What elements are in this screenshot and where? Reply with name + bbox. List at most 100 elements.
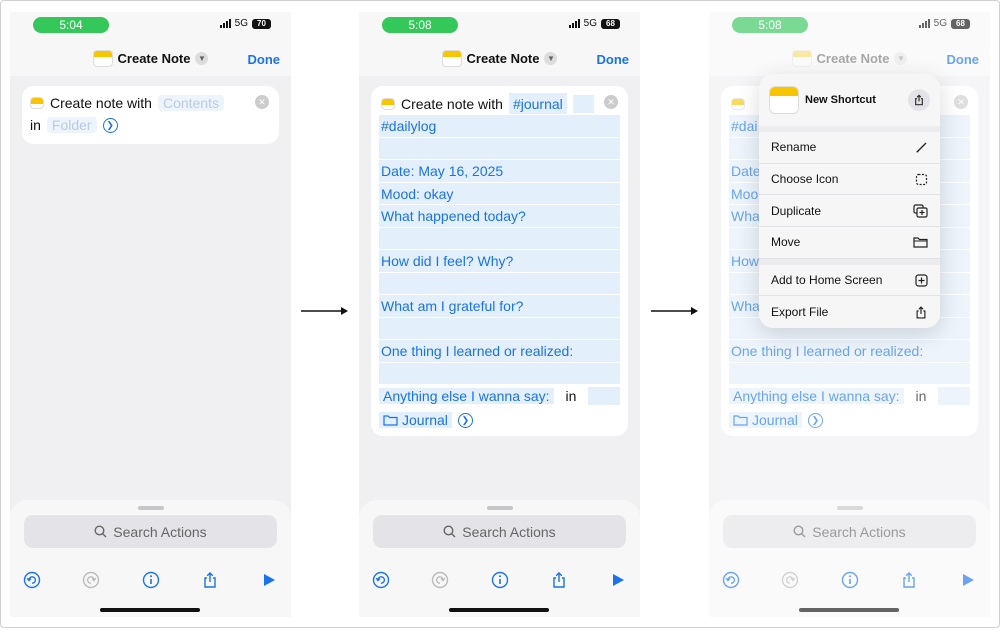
contents-parameter[interactable]: Contents <box>157 95 224 111</box>
undo-button[interactable] <box>371 570 391 590</box>
menu-item-choose-icon[interactable]: Choose Icon <box>759 163 940 196</box>
menu-item-label: Add to Home Screen <box>771 273 883 288</box>
menu-item-export-file[interactable]: Export File <box>759 296 940 328</box>
home-indicator <box>449 608 549 612</box>
signal-icon <box>219 19 231 28</box>
share-icon <box>204 572 216 588</box>
contents-line[interactable]: One thing I learned or realized: <box>379 339 620 362</box>
search-icon <box>94 525 107 538</box>
notes-app-icon <box>92 50 113 67</box>
search-placeholder: Search Actions <box>462 523 556 540</box>
folder-icon <box>383 415 398 426</box>
contents-line[interactable] <box>379 226 620 250</box>
info-button[interactable] <box>490 570 510 590</box>
menu-item-duplicate[interactable]: Duplicate <box>759 195 940 228</box>
status-time-pill: 5:04 <box>33 17 109 33</box>
menu-share-button[interactable] <box>908 89 930 111</box>
info-icon <box>142 571 159 589</box>
chevron-right-circle-icon[interactable]: ❯ <box>457 412 473 428</box>
contents-line[interactable]: How did I feel? Why? <box>379 249 620 272</box>
share-icon <box>915 94 923 106</box>
folder-icon <box>913 237 928 249</box>
actions-sheet: Search Actions <box>359 500 640 617</box>
editor-toolbar <box>371 570 628 590</box>
signal-icon <box>568 19 580 28</box>
search-placeholder: Search Actions <box>113 523 207 540</box>
contents-line[interactable]: Anything else I wanna say: <box>379 388 554 405</box>
run-button[interactable] <box>259 570 279 590</box>
notes-app-icon <box>769 86 799 114</box>
pencil-icon <box>916 142 927 153</box>
menu-shortcut-name: New Shortcut <box>805 94 876 106</box>
run-button[interactable] <box>608 570 628 590</box>
contents-first-token[interactable]: #journal <box>508 93 567 115</box>
undo-button[interactable] <box>22 570 42 590</box>
contents-line[interactable]: What am I grateful for? <box>379 294 620 317</box>
menu-item-add-to-home-screen[interactable]: Add to Home Screen <box>759 264 940 297</box>
remove-action-icon[interactable]: ✕ <box>255 95 269 109</box>
phone-screen-2: 5:08 5G 68 Create Note ▼ Done Create not… <box>359 12 640 617</box>
contents-line[interactable] <box>379 361 620 385</box>
in-label: in <box>30 117 41 133</box>
contents-line[interactable]: Date: May 16, 2025 <box>379 159 620 182</box>
contents-line[interactable] <box>379 136 620 160</box>
duplicate-icon <box>913 204 928 218</box>
folder-row: Journal ❯ <box>379 408 620 432</box>
search-icon <box>443 525 456 538</box>
shortcut-title-label: Create Note <box>466 51 540 66</box>
contents-line[interactable]: #dailylog <box>379 114 620 137</box>
contents-line[interactable]: Mood: okay <box>379 181 620 205</box>
folder-parameter[interactable]: Folder <box>46 117 97 133</box>
sheet-grabber[interactable] <box>138 506 164 510</box>
search-actions-field[interactable]: Search Actions <box>373 515 626 548</box>
status-time-pill: 5:08 <box>382 17 458 33</box>
action-verb: Create note with <box>401 95 503 112</box>
done-button[interactable]: Done <box>597 52 630 67</box>
redo-icon <box>432 571 449 589</box>
share-button[interactable] <box>200 570 220 590</box>
remove-action-icon[interactable]: ✕ <box>604 95 618 109</box>
contents-line[interactable] <box>379 316 620 340</box>
menu-item-rename[interactable]: Rename <box>759 132 940 164</box>
search-actions-field[interactable]: Search Actions <box>24 515 277 548</box>
chevron-down-icon[interactable]: ▼ <box>544 52 558 65</box>
share-button[interactable] <box>549 570 569 590</box>
shortcut-context-menu: New Shortcut Rename Choose Icon Duplicat… <box>759 74 940 328</box>
notes-app-icon <box>381 97 395 110</box>
chevron-down-icon[interactable]: ▼ <box>195 52 209 65</box>
action-row-1: Create note with Contents <box>30 92 271 114</box>
menu-item-move[interactable]: Move <box>759 227 940 259</box>
done-button[interactable]: Done <box>248 52 281 67</box>
notes-app-icon <box>30 97 44 109</box>
menu-header: New Shortcut <box>759 74 940 132</box>
menu-item-label: Choose Icon <box>771 172 839 187</box>
redo-button[interactable] <box>81 570 101 590</box>
play-icon <box>264 574 275 586</box>
share-icon <box>916 306 926 319</box>
info-button[interactable] <box>141 570 161 590</box>
dashed-square-icon <box>915 173 928 185</box>
action-row-2: in Folder ❯ <box>30 114 271 136</box>
add-square-icon <box>915 273 928 287</box>
sheet-grabber[interactable] <box>487 506 513 510</box>
menu-item-label: Duplicate <box>771 203 822 218</box>
contents-line[interactable]: What happened today? <box>379 204 620 227</box>
folder-parameter[interactable]: Journal <box>379 412 452 429</box>
create-note-action-card[interactable]: Create note with #journal #dailylog Date… <box>371 86 628 436</box>
create-note-action-card[interactable]: Create note with Contents in Folder ❯ ✕ <box>22 86 279 144</box>
redo-icon <box>83 571 100 589</box>
in-label: in <box>559 388 583 405</box>
phone-screen-3: 5:08 5G 68 Create Note ▼ Done #dai Date … <box>709 12 990 617</box>
shortcut-title-label: Create Note <box>117 51 191 66</box>
network-label: 5G <box>583 18 597 29</box>
notes-app-icon <box>441 50 462 67</box>
phone-screen-1: 5:04 5G 70 Create Note ▼ Done Create not… <box>10 12 291 617</box>
play-icon <box>613 574 624 586</box>
info-icon <box>491 571 508 589</box>
menu-item-label: Rename <box>771 140 817 155</box>
redo-button[interactable] <box>430 570 450 590</box>
contents-line[interactable] <box>379 271 620 295</box>
chevron-right-circle-icon[interactable]: ❯ <box>102 117 118 133</box>
token-fill <box>572 94 594 113</box>
folder-name: Journal <box>402 412 448 429</box>
